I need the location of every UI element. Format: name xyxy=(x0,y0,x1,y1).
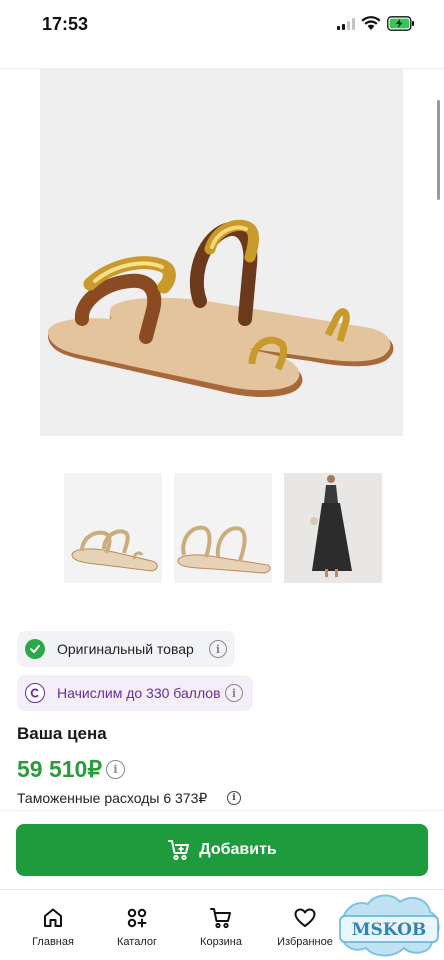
heart-icon xyxy=(294,908,316,927)
bonus-points-label: Начислим до 330 баллов xyxy=(57,685,221,701)
original-product-badge[interactable]: Оригинальный товар xyxy=(17,631,235,667)
info-icon[interactable]: i xyxy=(209,640,227,658)
original-product-label: Оригинальный товар xyxy=(57,641,194,657)
product-thumbnail-1[interactable] xyxy=(64,473,162,583)
product-thumbnail-2[interactable] xyxy=(174,473,272,583)
cellular-signal-icon xyxy=(337,18,355,30)
info-icon[interactable]: i xyxy=(225,684,243,702)
check-circle-icon xyxy=(25,639,45,659)
status-time: 17:53 xyxy=(42,14,89,34)
nav-item-favorites[interactable]: Избранное xyxy=(266,906,344,948)
price-title: Ваша цена xyxy=(17,724,107,743)
scroll-indicator[interactable] xyxy=(437,100,440,200)
model-photo-thumbnail[interactable] xyxy=(284,473,382,583)
battery-charging-icon xyxy=(387,16,414,31)
nav-label: Главная xyxy=(32,936,74,948)
nav-item-catalog[interactable]: Каталог xyxy=(98,906,176,948)
nav-label: Избранное xyxy=(277,936,333,948)
price-value: 59 510₽ xyxy=(17,756,102,782)
cart-icon xyxy=(210,908,231,929)
watermark-logo: MSKOB xyxy=(339,894,440,957)
divider xyxy=(0,810,444,811)
customs-fees: Таможенные расходы 6 373₽ xyxy=(17,790,208,806)
bonus-coin-icon xyxy=(25,683,45,703)
nav-item-cart[interactable]: Корзина xyxy=(182,906,260,948)
add-to-cart-label: Добавить xyxy=(199,841,277,858)
nav-label: Корзина xyxy=(200,936,242,948)
wifi-icon xyxy=(361,16,381,30)
cart-add-icon xyxy=(168,840,190,861)
info-icon[interactable]: i xyxy=(106,760,125,779)
info-icon[interactable]: i xyxy=(227,791,241,805)
bonus-points-badge[interactable]: Начислим до 330 баллов xyxy=(17,675,253,711)
nav-item-home[interactable]: Главная xyxy=(14,906,92,948)
catalog-icon xyxy=(127,908,147,928)
home-icon xyxy=(44,908,62,927)
product-main-image[interactable] xyxy=(40,69,403,436)
status-bar: 17:53 xyxy=(0,0,444,52)
nav-label: Каталог xyxy=(117,936,157,948)
svg-text:MSKOB: MSKOB xyxy=(352,920,427,940)
add-to-cart-button[interactable]: Добавить xyxy=(16,824,428,876)
